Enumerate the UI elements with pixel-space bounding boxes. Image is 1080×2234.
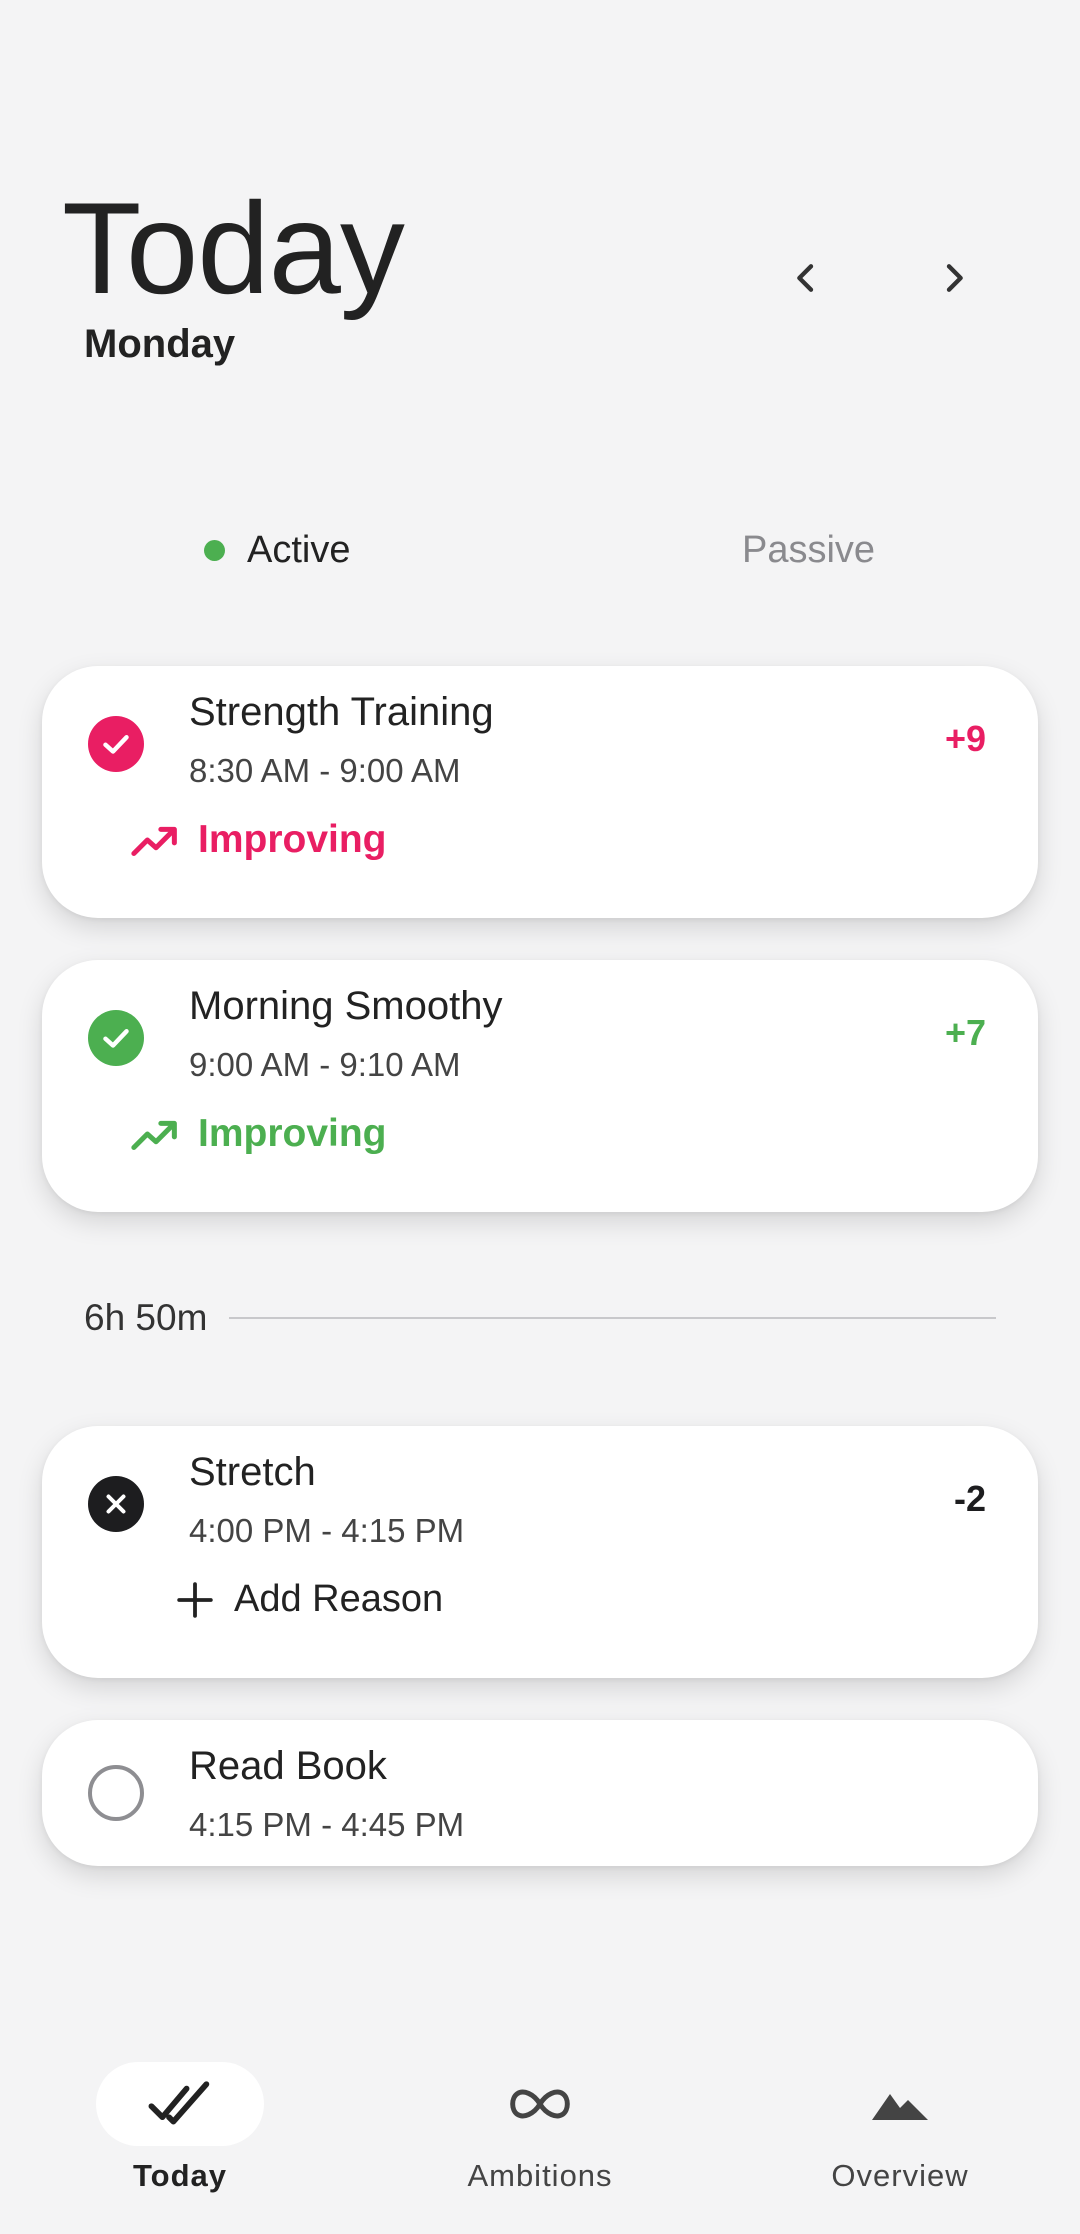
habit-trend: Improving [130,818,387,862]
time-gap-label: 6h 50m [84,1297,208,1338]
check-circle-icon[interactable] [88,716,144,772]
day-subtitle: Monday [84,322,236,366]
nav-ambitions-pill [456,2062,624,2146]
nav-ambitions[interactable]: Ambitions [420,2062,660,2212]
habit-name: Morning Smoothy [189,984,503,1028]
habit-name: Read Book [189,1744,387,1788]
time-gap-divider: 6h 50m [84,1292,996,1344]
habit-score: -2 [953,1478,986,1519]
next-day-button[interactable] [914,238,994,318]
habit-name: Strength Training [189,690,494,734]
divider-line [229,1317,996,1319]
habit-name: Stretch [189,1450,316,1494]
chevron-left-icon [797,264,814,292]
header: Today Monday [0,0,1080,420]
plus-icon [177,1581,213,1618]
double-check-icon [148,2081,210,2125]
habit-time: 9:00 AM - 9:10 AM [189,1046,461,1083]
habit-trend: Improving [130,1112,387,1156]
trending-up-icon [131,826,177,857]
tab-passive[interactable]: Passive [742,510,875,590]
tab-active[interactable]: Active [204,510,350,590]
chevron-right-icon [946,264,963,292]
active-indicator-dot [204,539,225,561]
habit-score: +7 [944,1012,986,1053]
bottom-navigation: Today Ambitions Overview [0,2040,1080,2234]
mountain-icon [872,2094,928,2120]
nav-overview-pill [816,2062,984,2146]
habit-type-tabs: Active Passive [0,510,1080,590]
habit-trend-label: Improving [198,818,387,861]
habit-card[interactable]: Read Book 4:15 PM - 4:45 PM [42,1720,1038,1866]
habit-card[interactable]: Morning Smoothy 9:00 AM - 9:10 AM +7 Imp… [42,960,1038,1212]
empty-circle-icon[interactable] [88,1765,144,1821]
add-reason-button[interactable]: Add Reason [176,1578,443,1621]
habit-time: 8:30 AM - 9:00 AM [189,752,461,789]
nav-today[interactable]: Today [60,2062,300,2212]
page-title: Today [62,175,405,321]
habit-score: +9 [944,718,986,759]
habit-card[interactable]: Stretch 4:00 PM - 4:15 PM -2 Add Reason [42,1426,1038,1678]
tab-passive-label: Passive [742,528,876,571]
infinity-icon [510,2089,570,2119]
habit-trend-label: Improving [198,1112,387,1155]
tab-active-label: Active [247,528,351,571]
previous-day-button[interactable] [766,238,846,318]
habit-time: 4:00 PM - 4:15 PM [189,1512,465,1549]
nav-overview[interactable]: Overview [780,2062,1020,2212]
check-circle-icon[interactable] [88,1010,144,1066]
habit-card[interactable]: Strength Training 8:30 AM - 9:00 AM +9 I… [42,666,1038,918]
x-circle-icon[interactable] [88,1476,144,1532]
habit-time: 4:15 PM - 4:45 PM [189,1806,465,1843]
trending-up-icon [131,1120,177,1151]
nav-today-pill [96,2062,264,2146]
nav-overview-label: Overview [831,2158,969,2193]
add-reason-label: Add Reason [234,1578,444,1620]
nav-ambitions-label: Ambitions [467,2158,613,2193]
nav-today-label: Today [133,2158,227,2193]
